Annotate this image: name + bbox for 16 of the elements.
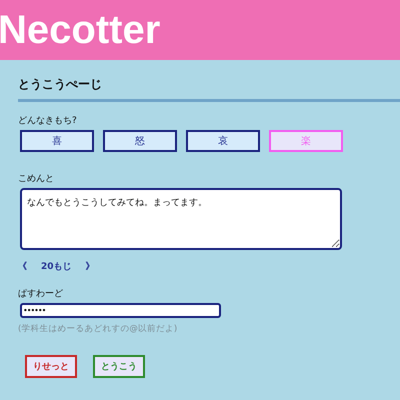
bracket-right: 》 [86, 260, 95, 273]
mood-button[interactable]: 喜 [20, 130, 94, 152]
password-field[interactable]: •••••• [20, 303, 221, 318]
comment-label: こめんと [18, 173, 55, 185]
character-count: 20もじ [41, 261, 72, 273]
mood-label: どんなきもち? [18, 115, 78, 127]
mood-button[interactable]: 怒 [103, 130, 177, 152]
reset-button[interactable]: りせっと [25, 355, 77, 378]
password-label: ぱすわーど [18, 288, 64, 300]
mood-button[interactable]: 哀 [186, 130, 260, 152]
comment-field[interactable]: なんでもとうこうしてみてね。まってます。 [20, 188, 342, 250]
password-hint: (学科生はめーるあどれすの@以前だよ) [18, 323, 178, 335]
page-heading: とうこうぺーじ [18, 76, 103, 93]
submit-button[interactable]: とうこう [93, 355, 145, 378]
app-title: Necotter [0, 10, 160, 50]
bracket-left: 《 [18, 260, 27, 273]
